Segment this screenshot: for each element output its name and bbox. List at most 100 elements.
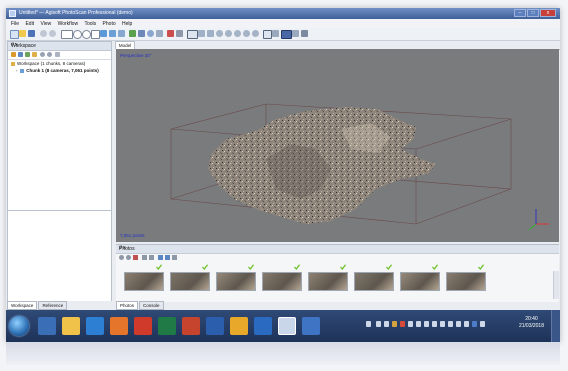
select-circle-icon[interactable] <box>73 30 82 39</box>
new-project-icon[interactable] <box>10 30 19 39</box>
file-explorer-icon[interactable] <box>62 317 80 335</box>
photo-thumbnail[interactable] <box>308 272 348 291</box>
close-button[interactable]: x <box>540 9 556 17</box>
select-rectangle-icon[interactable] <box>61 30 73 39</box>
enable-photo-icon[interactable] <box>119 255 124 260</box>
tray-icon-9[interactable] <box>432 321 437 327</box>
save-icon[interactable] <box>28 30 35 37</box>
move-region-icon[interactable] <box>100 30 107 37</box>
delete-selection-icon[interactable] <box>167 30 174 37</box>
outlook-icon[interactable] <box>254 317 272 335</box>
volume-icon[interactable] <box>448 321 453 327</box>
workspace-dock-controls[interactable]: # x <box>11 42 108 48</box>
enable-camera-icon[interactable] <box>40 52 45 57</box>
wireframe-icon[interactable] <box>234 30 241 37</box>
solid-icon[interactable] <box>225 30 232 37</box>
menu-help[interactable]: Help <box>122 21 132 27</box>
tray-icon-5[interactable] <box>400 321 405 327</box>
tray-icon-1[interactable] <box>366 321 371 327</box>
menu-tools[interactable]: Tools <box>84 21 96 27</box>
system-clock[interactable]: 20:40 21/03/2018 <box>519 316 544 330</box>
photo-thumbnail[interactable] <box>400 272 440 291</box>
redo-icon[interactable] <box>49 30 56 37</box>
photos-dock-controls[interactable]: # x <box>119 245 556 251</box>
explorer-icon[interactable] <box>38 317 56 335</box>
battery-icon[interactable] <box>480 321 485 327</box>
rotate-object-icon[interactable] <box>138 30 145 37</box>
photo-thumbnail[interactable] <box>446 272 486 291</box>
minimize-button[interactable]: – <box>514 9 526 17</box>
ruler-icon[interactable] <box>156 30 163 37</box>
menu-view[interactable]: View <box>40 21 51 27</box>
network-icon[interactable] <box>440 321 445 327</box>
model-view-icon[interactable] <box>187 30 198 39</box>
menu-file[interactable]: File <box>11 21 19 27</box>
thumbnail-view-icon[interactable] <box>158 255 163 260</box>
start-button[interactable] <box>9 316 29 336</box>
point-cloud-icon[interactable] <box>198 30 205 37</box>
tab-reference[interactable]: Reference <box>38 301 68 310</box>
add-chunk-icon[interactable] <box>11 52 16 57</box>
show-trackball-icon[interactable] <box>292 30 299 37</box>
select-points-icon[interactable] <box>91 30 100 39</box>
zoom-icon[interactable] <box>147 30 154 37</box>
maximize-button[interactable]: □ <box>527 9 539 17</box>
tray-icon-2[interactable] <box>376 321 381 327</box>
navigation-plus-icon[interactable] <box>129 30 136 37</box>
crop-selection-icon[interactable] <box>176 30 183 37</box>
show-markers-icon[interactable] <box>272 30 279 37</box>
remove-item-icon[interactable] <box>55 52 60 57</box>
chrome-icon[interactable] <box>230 317 248 335</box>
workspace-root-item[interactable]: Workspace (1 chunks, 8 cameras) <box>11 61 85 66</box>
excel-icon[interactable] <box>158 317 176 335</box>
photo-thumbnail[interactable] <box>262 272 302 291</box>
internet-explorer-icon[interactable] <box>86 317 104 335</box>
show-cameras-icon[interactable] <box>263 30 272 39</box>
menu-workflow[interactable]: Workflow <box>58 21 78 27</box>
reset-mask-icon[interactable] <box>142 255 147 260</box>
menu-photo[interactable]: Photo <box>103 21 116 27</box>
remove-photo-icon[interactable] <box>133 255 138 260</box>
view-menu-icon[interactable] <box>172 255 177 260</box>
tab-model[interactable]: Model <box>115 41 135 49</box>
photo-thumbnail[interactable] <box>216 272 256 291</box>
add-folder-icon[interactable] <box>25 52 30 57</box>
tray-icon-8[interactable] <box>424 321 429 327</box>
menu-edit[interactable]: Edit <box>25 21 34 27</box>
tray-icon-7[interactable] <box>416 321 421 327</box>
import-icon[interactable] <box>32 52 37 57</box>
details-view-icon[interactable] <box>165 255 170 260</box>
office-icon[interactable] <box>134 317 152 335</box>
window-titlebar[interactable]: Untitled* — Agisoft PhotoScan Profession… <box>6 8 560 19</box>
photo-thumbnail[interactable] <box>354 272 394 291</box>
tab-console[interactable]: Console <box>139 301 164 310</box>
disable-camera-icon[interactable] <box>47 52 52 57</box>
reset-view-icon[interactable] <box>301 30 308 37</box>
tab-photos[interactable]: Photos <box>116 301 139 310</box>
tray-icon-4[interactable] <box>392 321 397 327</box>
photos-scrollbar[interactable] <box>553 271 559 299</box>
add-photos-icon[interactable] <box>18 52 23 57</box>
shaded-icon[interactable] <box>216 30 223 37</box>
flag-icon[interactable] <box>464 321 469 327</box>
undo-icon[interactable] <box>40 30 47 37</box>
tray-icon-6[interactable] <box>408 321 413 327</box>
powerpoint-icon[interactable] <box>182 317 200 335</box>
mask-icon[interactable] <box>149 255 154 260</box>
model-viewport[interactable]: Perspective 30° 7,061 points <box>116 49 559 242</box>
resize-region-icon[interactable] <box>109 30 116 37</box>
disable-photo-icon[interactable] <box>126 255 131 260</box>
show-region-icon[interactable] <box>281 30 292 39</box>
another-icon[interactable] <box>302 317 320 335</box>
show-desktop-button[interactable] <box>551 310 560 342</box>
photo-thumbnail[interactable] <box>124 272 164 291</box>
expand-arrow-icon[interactable]: › <box>16 68 19 73</box>
notification-icon[interactable] <box>472 321 477 327</box>
language-icon[interactable] <box>456 321 461 327</box>
firefox-icon[interactable] <box>110 317 128 335</box>
photo-thumbnail[interactable] <box>170 272 210 291</box>
open-folder-icon[interactable] <box>19 30 26 37</box>
chunk-item[interactable]: › Chunk 1 (8 cameras, 7,061 points) <box>16 68 99 73</box>
tab-workspace[interactable]: Workspace <box>7 301 38 310</box>
photoscan-icon[interactable] <box>278 317 296 335</box>
